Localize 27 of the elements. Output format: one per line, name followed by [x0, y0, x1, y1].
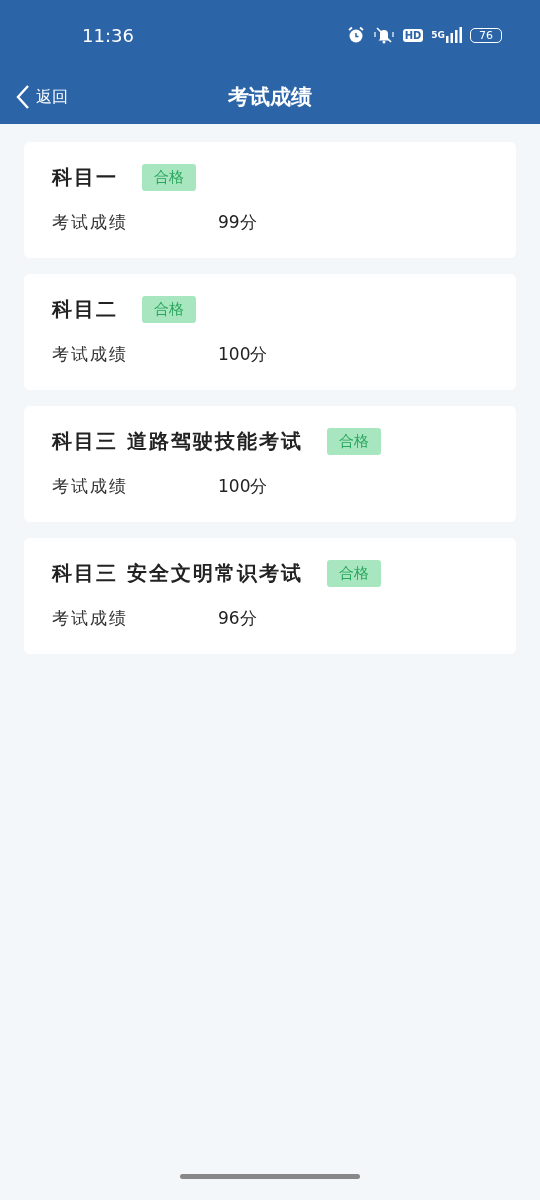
score-label: 考试成绩: [52, 211, 129, 234]
hd-badge: HD: [402, 28, 424, 42]
subject-title: 科目三 安全文明常识考试: [52, 560, 303, 587]
battery-level: 76: [470, 27, 502, 43]
back-icon: [16, 84, 30, 110]
score-value: 100分: [218, 343, 268, 366]
score-label: 考试成绩: [52, 475, 129, 498]
pass-badge: 合格: [142, 296, 196, 323]
score-label: 考试成绩: [52, 343, 129, 366]
score-label: 考试成绩: [52, 607, 129, 630]
subject-title: 科目二: [52, 296, 118, 323]
back-link[interactable]: 返回: [16, 70, 68, 124]
page-title: 考试成绩: [228, 84, 312, 111]
status-time: 11:36: [82, 24, 134, 46]
score-value: 100分: [218, 475, 268, 498]
subject-title: 科目一: [52, 164, 118, 191]
score-value: 96分: [218, 607, 257, 630]
score-value: 99分: [218, 211, 257, 234]
network-type: 5G: [431, 30, 445, 40]
subject-title: 科目三 道路驾驶技能考试: [52, 428, 303, 455]
pass-badge: 合格: [142, 164, 196, 191]
signal-icon: [446, 27, 462, 43]
pass-badge: 合格: [326, 428, 381, 455]
home-indicator[interactable]: [180, 1174, 360, 1179]
muted-bell-icon: [372, 26, 395, 44]
pass-badge: 合格: [326, 560, 381, 587]
alarm-icon: [346, 26, 365, 44]
